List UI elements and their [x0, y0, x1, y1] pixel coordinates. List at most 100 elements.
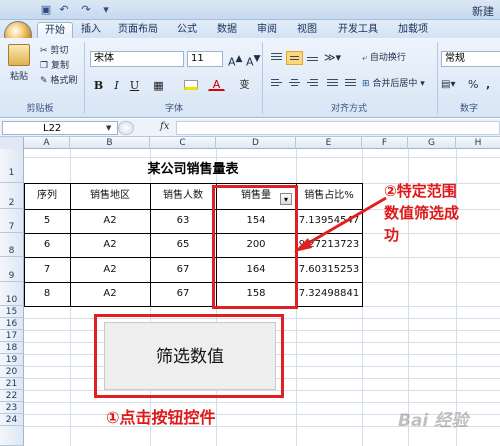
- undo-icon[interactable]: ↶: [56, 2, 72, 17]
- tab-review[interactable]: 审阅: [252, 22, 282, 38]
- format-painter-label: 格式刷: [50, 76, 78, 86]
- row-header[interactable]: 15: [0, 306, 24, 318]
- percent-button[interactable]: %: [468, 78, 478, 92]
- currency-icon[interactable]: ▤▾: [441, 78, 455, 92]
- fill-color-icon[interactable]: [184, 80, 198, 90]
- column-header[interactable]: F: [362, 137, 408, 149]
- tab-add-ins[interactable]: 加载项: [392, 22, 434, 38]
- border-icon[interactable]: ▦: [150, 77, 167, 93]
- table-cell[interactable]: A2: [71, 258, 149, 281]
- tab-insert[interactable]: 插入: [76, 22, 106, 38]
- table-cell[interactable]: 5: [25, 210, 69, 232]
- table-border: [24, 183, 363, 184]
- sheet-title: 某公司销售量表: [147, 162, 239, 177]
- increase-indent-icon[interactable]: [342, 77, 359, 91]
- merge-center-button[interactable]: ⊞ 合并后居中 ▾: [362, 77, 425, 91]
- column-header[interactable]: G: [408, 137, 456, 149]
- copy-icon: ❐: [40, 61, 49, 71]
- table-cell[interactable]: 6: [25, 234, 69, 256]
- table-cell[interactable]: A2: [71, 234, 149, 256]
- annotation-step1: ①点击按钮控件: [106, 408, 216, 427]
- shrink-font-icon[interactable]: A▼: [246, 52, 261, 70]
- formula-input[interactable]: [176, 121, 500, 135]
- name-box-dropdown-icon[interactable]: ▼: [106, 124, 111, 132]
- font-color-button[interactable]: A: [208, 77, 225, 91]
- tab-page-layout[interactable]: 页面布局: [112, 22, 164, 38]
- row-header[interactable]: 8: [0, 233, 24, 257]
- column-header[interactable]: C: [150, 137, 216, 149]
- select-all-corner[interactable]: [0, 137, 24, 149]
- table-cell[interactable]: A2: [71, 210, 149, 232]
- table-header-cell[interactable]: 销售人数: [151, 184, 215, 208]
- align-bottom-icon[interactable]: [304, 51, 321, 65]
- save-icon[interactable]: ▣: [38, 2, 54, 17]
- align-right-icon[interactable]: [304, 77, 321, 91]
- align-left-icon[interactable]: [268, 77, 285, 91]
- comma-button[interactable]: ,: [486, 78, 490, 92]
- row-header[interactable]: 23: [0, 402, 24, 414]
- tab-view[interactable]: 视图: [292, 22, 322, 38]
- tab-formulas[interactable]: 公式: [172, 22, 202, 38]
- table-cell[interactable]: A2: [71, 283, 149, 305]
- row-header[interactable]: 9: [0, 257, 24, 282]
- table-cell[interactable]: 7.60315253: [297, 258, 361, 281]
- row-header[interactable]: 17: [0, 330, 24, 342]
- wrap-text-button[interactable]: ⤶ 自动换行: [362, 51, 406, 65]
- row-header[interactable]: 20: [0, 366, 24, 378]
- column-header[interactable]: D: [216, 137, 296, 149]
- tab-developer[interactable]: 开发工具: [332, 22, 384, 38]
- row-header[interactable]: 1: [0, 149, 24, 183]
- row-header[interactable]: 24: [0, 414, 24, 426]
- orientation-icon[interactable]: ≫▾: [324, 51, 341, 65]
- quick-access-menu-icon[interactable]: ▾: [98, 2, 114, 17]
- align-middle-icon[interactable]: [286, 51, 303, 65]
- row-header[interactable]: 2: [0, 183, 24, 209]
- row-header[interactable]: 16: [0, 318, 24, 330]
- format-painter-button[interactable]: ✎ 格式刷: [40, 74, 77, 88]
- tab-data[interactable]: 数据: [212, 22, 242, 38]
- tab-home[interactable]: 开始: [37, 22, 73, 38]
- table-cell[interactable]: 65: [151, 234, 215, 256]
- formula-expand-icon[interactable]: [118, 121, 134, 135]
- row-header[interactable]: 21: [0, 378, 24, 390]
- italic-button[interactable]: I: [108, 77, 125, 93]
- number-format-select[interactable]: 常规: [441, 51, 500, 67]
- underline-button[interactable]: U: [126, 77, 143, 93]
- paste-button[interactable]: 粘贴: [10, 70, 28, 84]
- table-cell[interactable]: 7: [25, 258, 69, 281]
- column-header[interactable]: H: [456, 137, 500, 149]
- row-header[interactable]: 7: [0, 209, 24, 233]
- phonetic-button[interactable]: 变: [236, 77, 253, 93]
- column-header[interactable]: B: [70, 137, 150, 149]
- table-cell[interactable]: 67: [151, 283, 215, 305]
- row-header[interactable]: 10: [0, 282, 24, 306]
- window-title: 新建: [472, 5, 494, 18]
- table-header-cell[interactable]: 序列: [25, 184, 69, 208]
- grow-font-icon[interactable]: A▲: [228, 52, 243, 70]
- row-header[interactable]: 18: [0, 342, 24, 354]
- row-header[interactable]: 22: [0, 390, 24, 402]
- column-header[interactable]: A: [24, 137, 70, 149]
- bold-button[interactable]: B: [90, 77, 107, 93]
- font-size-select[interactable]: 11: [187, 51, 223, 67]
- align-center-icon[interactable]: [286, 77, 303, 91]
- decrease-indent-icon[interactable]: [324, 77, 341, 91]
- table-cell[interactable]: 67: [151, 258, 215, 281]
- paste-icon[interactable]: [8, 44, 30, 66]
- table-header-cell[interactable]: 销售地区: [71, 184, 149, 208]
- table-cell[interactable]: 8: [25, 283, 69, 305]
- cut-label: 剪切: [50, 46, 69, 56]
- name-box[interactable]: L22: [2, 121, 118, 135]
- align-top-icon[interactable]: [268, 51, 285, 65]
- insert-function-icon[interactable]: fx: [160, 121, 169, 132]
- redo-icon[interactable]: ↷: [78, 2, 94, 17]
- table-cell[interactable]: 63: [151, 210, 215, 232]
- copy-button[interactable]: ❐ 复制: [40, 59, 69, 73]
- number-group-label: 数字: [459, 104, 478, 114]
- font-name-select[interactable]: 宋体: [90, 51, 184, 67]
- column-header[interactable]: E: [296, 137, 362, 149]
- annotation-step2-line2: 数值筛选成: [384, 204, 460, 222]
- cut-button[interactable]: ✂ 剪切: [40, 44, 68, 58]
- row-header[interactable]: 19: [0, 354, 24, 366]
- table-cell[interactable]: 7.32498841: [297, 283, 361, 305]
